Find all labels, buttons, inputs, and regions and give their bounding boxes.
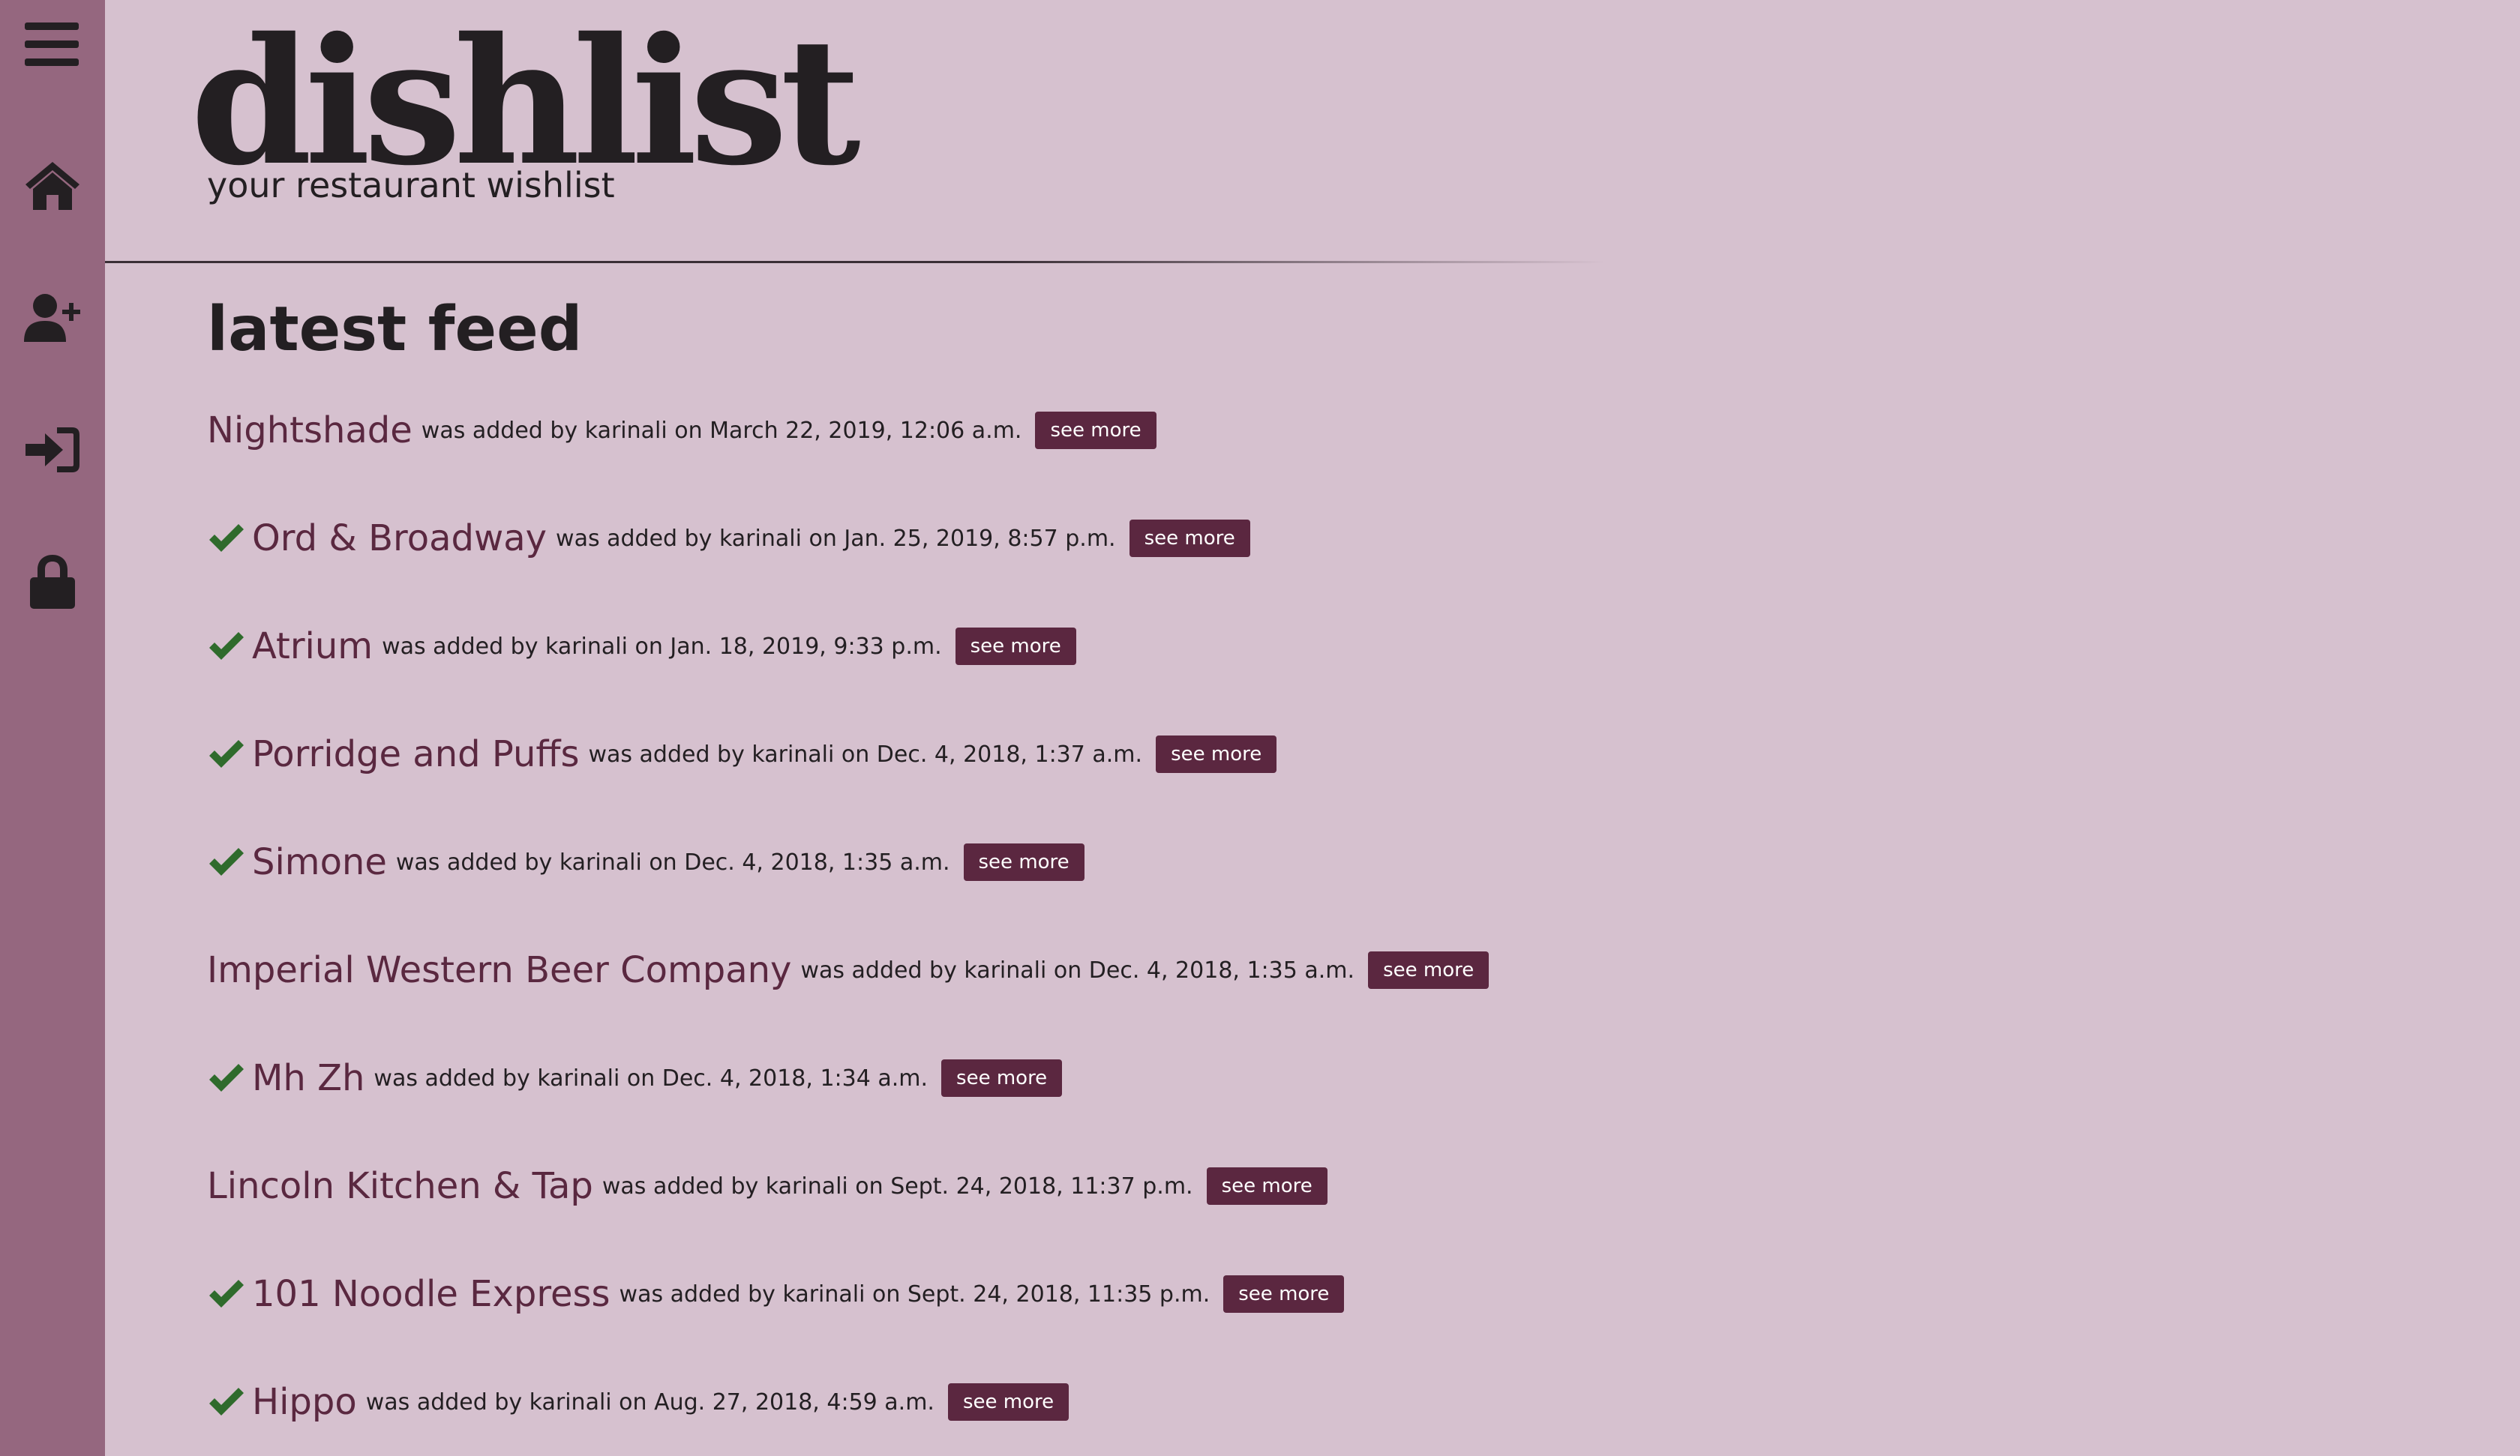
feed-item: Nightshade was added by karinali on March… [207,376,2382,484]
header: dishlist your restaurant wishlist [105,0,2520,262]
check-icon [207,630,246,663]
sidebar [0,0,105,1456]
feed-item: Atrium was added by karinali on Jan. 18, … [207,592,2382,700]
restaurant-name-link[interactable]: 101 Noodle Express [252,1273,610,1315]
restaurant-name-link[interactable]: Ord & Broadway [252,517,547,559]
added-by-text: was added by karinali on Dec. 4, 2018, 1… [395,849,950,876]
restaurant-name-link[interactable]: Atrium [252,625,373,667]
see-more-button[interactable]: see more [1129,520,1250,557]
added-by-text: was added by karinali on Dec. 4, 2018, 1… [374,1065,928,1092]
user-plus-icon[interactable] [22,288,82,348]
check-icon [207,522,246,555]
feed-item: Lincoln Kitchen & Tap was added by karina… [207,1132,2382,1240]
restaurant-name-link[interactable]: Porridge and Puffs [252,733,579,775]
check-icon [207,1386,246,1419]
added-by-text: was added by karinali on Jan. 25, 2019, … [556,525,1116,552]
check-icon [207,1062,246,1095]
sign-in-icon[interactable] [22,420,82,480]
see-more-button[interactable]: see more [947,1383,1070,1421]
added-by-text: was added by karinali on Sept. 24, 2018,… [619,1281,1210,1308]
main-content: latest feed Nightshade was added by karin… [207,292,2382,1456]
see-more-button[interactable]: see more [955,628,1076,665]
restaurant-name-link[interactable]: Nightshade [207,409,412,451]
restaurant-name-link[interactable]: Imperial Western Beer Company [207,949,791,991]
added-by-text: was added by karinali on March 22, 2019,… [421,417,1022,444]
check-icon [207,1278,246,1311]
restaurant-name-link[interactable]: Mh Zh [252,1057,364,1099]
added-by-text: was added by karinali on Dec. 4, 2018, 1… [588,741,1143,768]
see-more-button[interactable]: see more [941,1059,1063,1097]
feed-list: Nightshade was added by karinali on March… [207,376,2382,1456]
feed-item: Ord & Broadway was added by karinali on J… [207,484,2382,592]
header-divider [105,261,1605,263]
added-by-text: was added by karinali on Sept. 24, 2018,… [602,1173,1193,1200]
restaurant-name-link[interactable]: Simone [252,841,387,883]
see-more-button[interactable]: see more [963,843,1084,881]
added-by-text: was added by karinali on Dec. 4, 2018, 1… [800,957,1355,984]
page-title: latest feed [207,294,583,365]
restaurant-name-link[interactable]: Hippo [252,1381,357,1423]
added-by-text: was added by karinali on Jan. 18, 2019, … [382,633,942,660]
see-more-button[interactable]: see more [1368,951,1490,989]
restaurant-name-link[interactable]: Lincoln Kitchen & Tap [207,1165,593,1207]
added-by-text: was added by karinali on Aug. 27, 2018, … [365,1389,934,1416]
check-icon [207,846,246,879]
see-more-button[interactable]: see more [1156,735,1277,773]
hamburger-menu-icon[interactable] [22,15,82,75]
feed-item: 101 Noodle Express was added by karinali … [207,1240,2382,1348]
see-more-button[interactable]: see more [1206,1167,1328,1205]
see-more-button[interactable]: see more [1035,412,1156,449]
lock-icon[interactable] [22,552,82,612]
feed-item: Simone was added by karinali on Dec. 4, 2… [207,808,2382,916]
feed-item: Mh Zh was added by karinali on Dec. 4, 20… [207,1024,2382,1132]
app-logo[interactable]: dishlist [190,15,861,189]
app-tagline: your restaurant wishlist [207,165,615,205]
home-icon[interactable] [22,156,82,216]
check-icon [207,738,246,771]
feed-item: Hippo was added by karinali on Aug. 27, 2… [207,1348,2382,1456]
feed-item: Imperial Western Beer Company was added b… [207,916,2382,1024]
feed-item: Porridge and Puffs was added by karinali … [207,700,2382,808]
see-more-button[interactable]: see more [1223,1275,1345,1313]
